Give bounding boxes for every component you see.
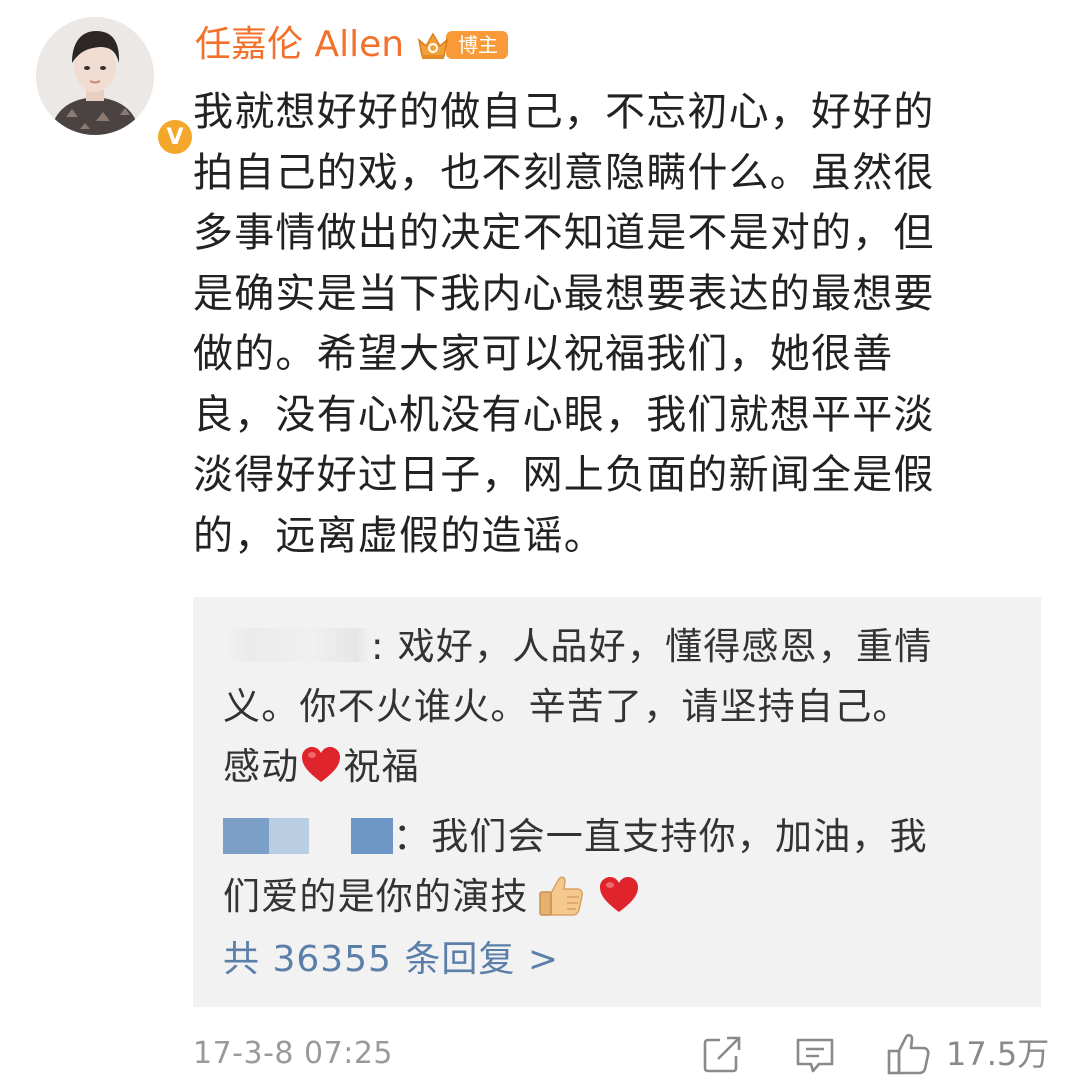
post-content: 我就想好好的做自己，不忘初心，好好的 拍自己的戏，也不刻意隐瞒什么。虽然很 多事…: [193, 82, 1013, 566]
like-count: 17.5万: [946, 1035, 1050, 1073]
reply-item[interactable]: ：我们会一直支持你，加油，我 们爱的是你的演技: [223, 807, 928, 927]
author-row: 任嘉伦 Allen 博主: [195, 20, 509, 70]
avatar[interactable]: V: [36, 17, 195, 157]
blurred-username: [309, 818, 351, 854]
reply-text: ：我们会一直支持你，加油，我: [393, 815, 928, 858]
post-line: 拍自己的戏，也不刻意隐瞒什么。虽然很: [193, 149, 935, 196]
post-line: 做的。希望大家可以祝福我们，她很善: [193, 331, 894, 377]
post-line: 良，没有心机没有心眼，我们就想平平淡: [193, 391, 935, 438]
thumbs-up-emoji-icon: [538, 876, 583, 916]
reply-line: 义。你不火谁火。辛苦了，请坚持自己。: [223, 685, 911, 728]
avatar-photo: [36, 17, 154, 135]
post-line: 淡得好好过日子，网上负面的新闻全是假: [193, 452, 935, 498]
badge-label: 博主: [446, 31, 509, 59]
reply-last-line: 感动 祝福: [223, 737, 1013, 797]
more-replies-link[interactable]: 共 36355 条回复 >: [223, 935, 559, 985]
comment-icon[interactable]: [793, 1032, 837, 1076]
heart-emoji-icon: [599, 876, 638, 912]
verified-icon: V: [155, 117, 195, 157]
post-footer: 17-3-8 07:25 17.5万: [0, 1030, 1080, 1082]
post-timestamp: 17-3-8 07:25: [193, 1036, 393, 1071]
heart-emoji-icon: [302, 746, 341, 782]
reply-first-line: : 戏好，人品好，懂得感恩，重情: [223, 617, 1013, 677]
reply-item[interactable]: : 戏好，人品好，懂得感恩，重情 义。你不火谁火。辛苦了，请坚持自己。 感动 祝…: [223, 617, 1013, 797]
reply-last-line: 们爱的是你的演技: [223, 867, 928, 927]
share-icon[interactable]: [700, 1032, 744, 1076]
post-line: 是确实是当下我内心最想要表达的最想要: [193, 270, 935, 317]
blurred-username: [269, 817, 309, 854]
blogger-badge[interactable]: 博主: [416, 29, 509, 61]
crown-icon: [417, 32, 449, 59]
like-icon[interactable]: [886, 1032, 930, 1076]
reply-text: : 戏好，人品好，懂得感恩，重情: [371, 625, 933, 668]
reply-first-line: ：我们会一直支持你，加油，我: [223, 807, 928, 867]
blurred-username: [223, 817, 269, 854]
reply-text: 感动: [223, 745, 300, 788]
post-line: 的，远离虚假的造谣。: [193, 512, 605, 559]
reply-text: 祝福: [343, 745, 420, 788]
post-line: 多事情做出的决定不知道是不是对的，但: [193, 210, 935, 256]
username[interactable]: 任嘉伦 Allen: [195, 22, 404, 68]
weibo-post: V 任嘉伦 Allen 博主 我就想好好的做自己，不忘初心，好好的 拍自己的戏，…: [0, 0, 1080, 1086]
reply-text: 们爱的是你的演技: [223, 875, 529, 918]
avatar-portrait-icon: [36, 17, 154, 135]
blurred-username: [223, 627, 371, 662]
post-line: 我就想好好的做自己，不忘初心，好好的: [193, 89, 935, 135]
replies-box[interactable]: : 戏好，人品好，懂得感恩，重情 义。你不火谁火。辛苦了，请坚持自己。 感动 祝…: [193, 597, 1041, 1007]
blurred-username: [351, 817, 393, 854]
